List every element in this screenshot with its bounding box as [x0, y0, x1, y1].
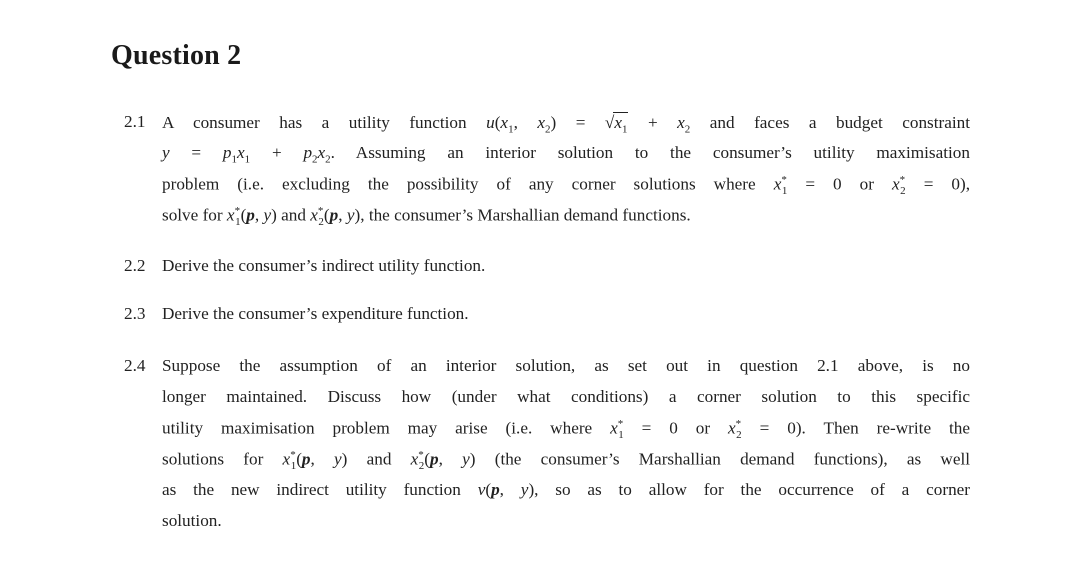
- question-line: longer maintained. Discuss how (under wh…: [162, 387, 970, 406]
- question-text: Derive the consumer’s indirect utility f…: [162, 256, 486, 275]
- question-title: Question 2: [111, 40, 242, 71]
- question-line: Suppose the assumption of an interior so…: [162, 356, 970, 375]
- question-line: solution.: [162, 511, 222, 530]
- question-line: solutions for x*1(p, y) and x*2(p, y) (t…: [162, 449, 971, 473]
- question-line: as the new indirect utility function v(p…: [162, 480, 971, 499]
- question-line: solve for x*1(p, y) and x*2(p, y), the c…: [162, 205, 691, 229]
- question-line: utility maximisation problem may arise (…: [162, 418, 970, 442]
- question-line: A consumer has a utility function u(x1, …: [162, 112, 971, 136]
- question-number: 2.3: [124, 304, 146, 323]
- question-number: 2.1: [124, 112, 146, 131]
- question-number: 2.2: [124, 256, 146, 275]
- question-line: y = p1x1 + p2x2. Assuming an interior so…: [162, 143, 970, 166]
- question-number: 2.4: [124, 356, 146, 375]
- question-text: Derive the consumer’s expenditure functi…: [162, 304, 469, 323]
- question-line: problem (i.e. excluding the possibility …: [162, 174, 971, 198]
